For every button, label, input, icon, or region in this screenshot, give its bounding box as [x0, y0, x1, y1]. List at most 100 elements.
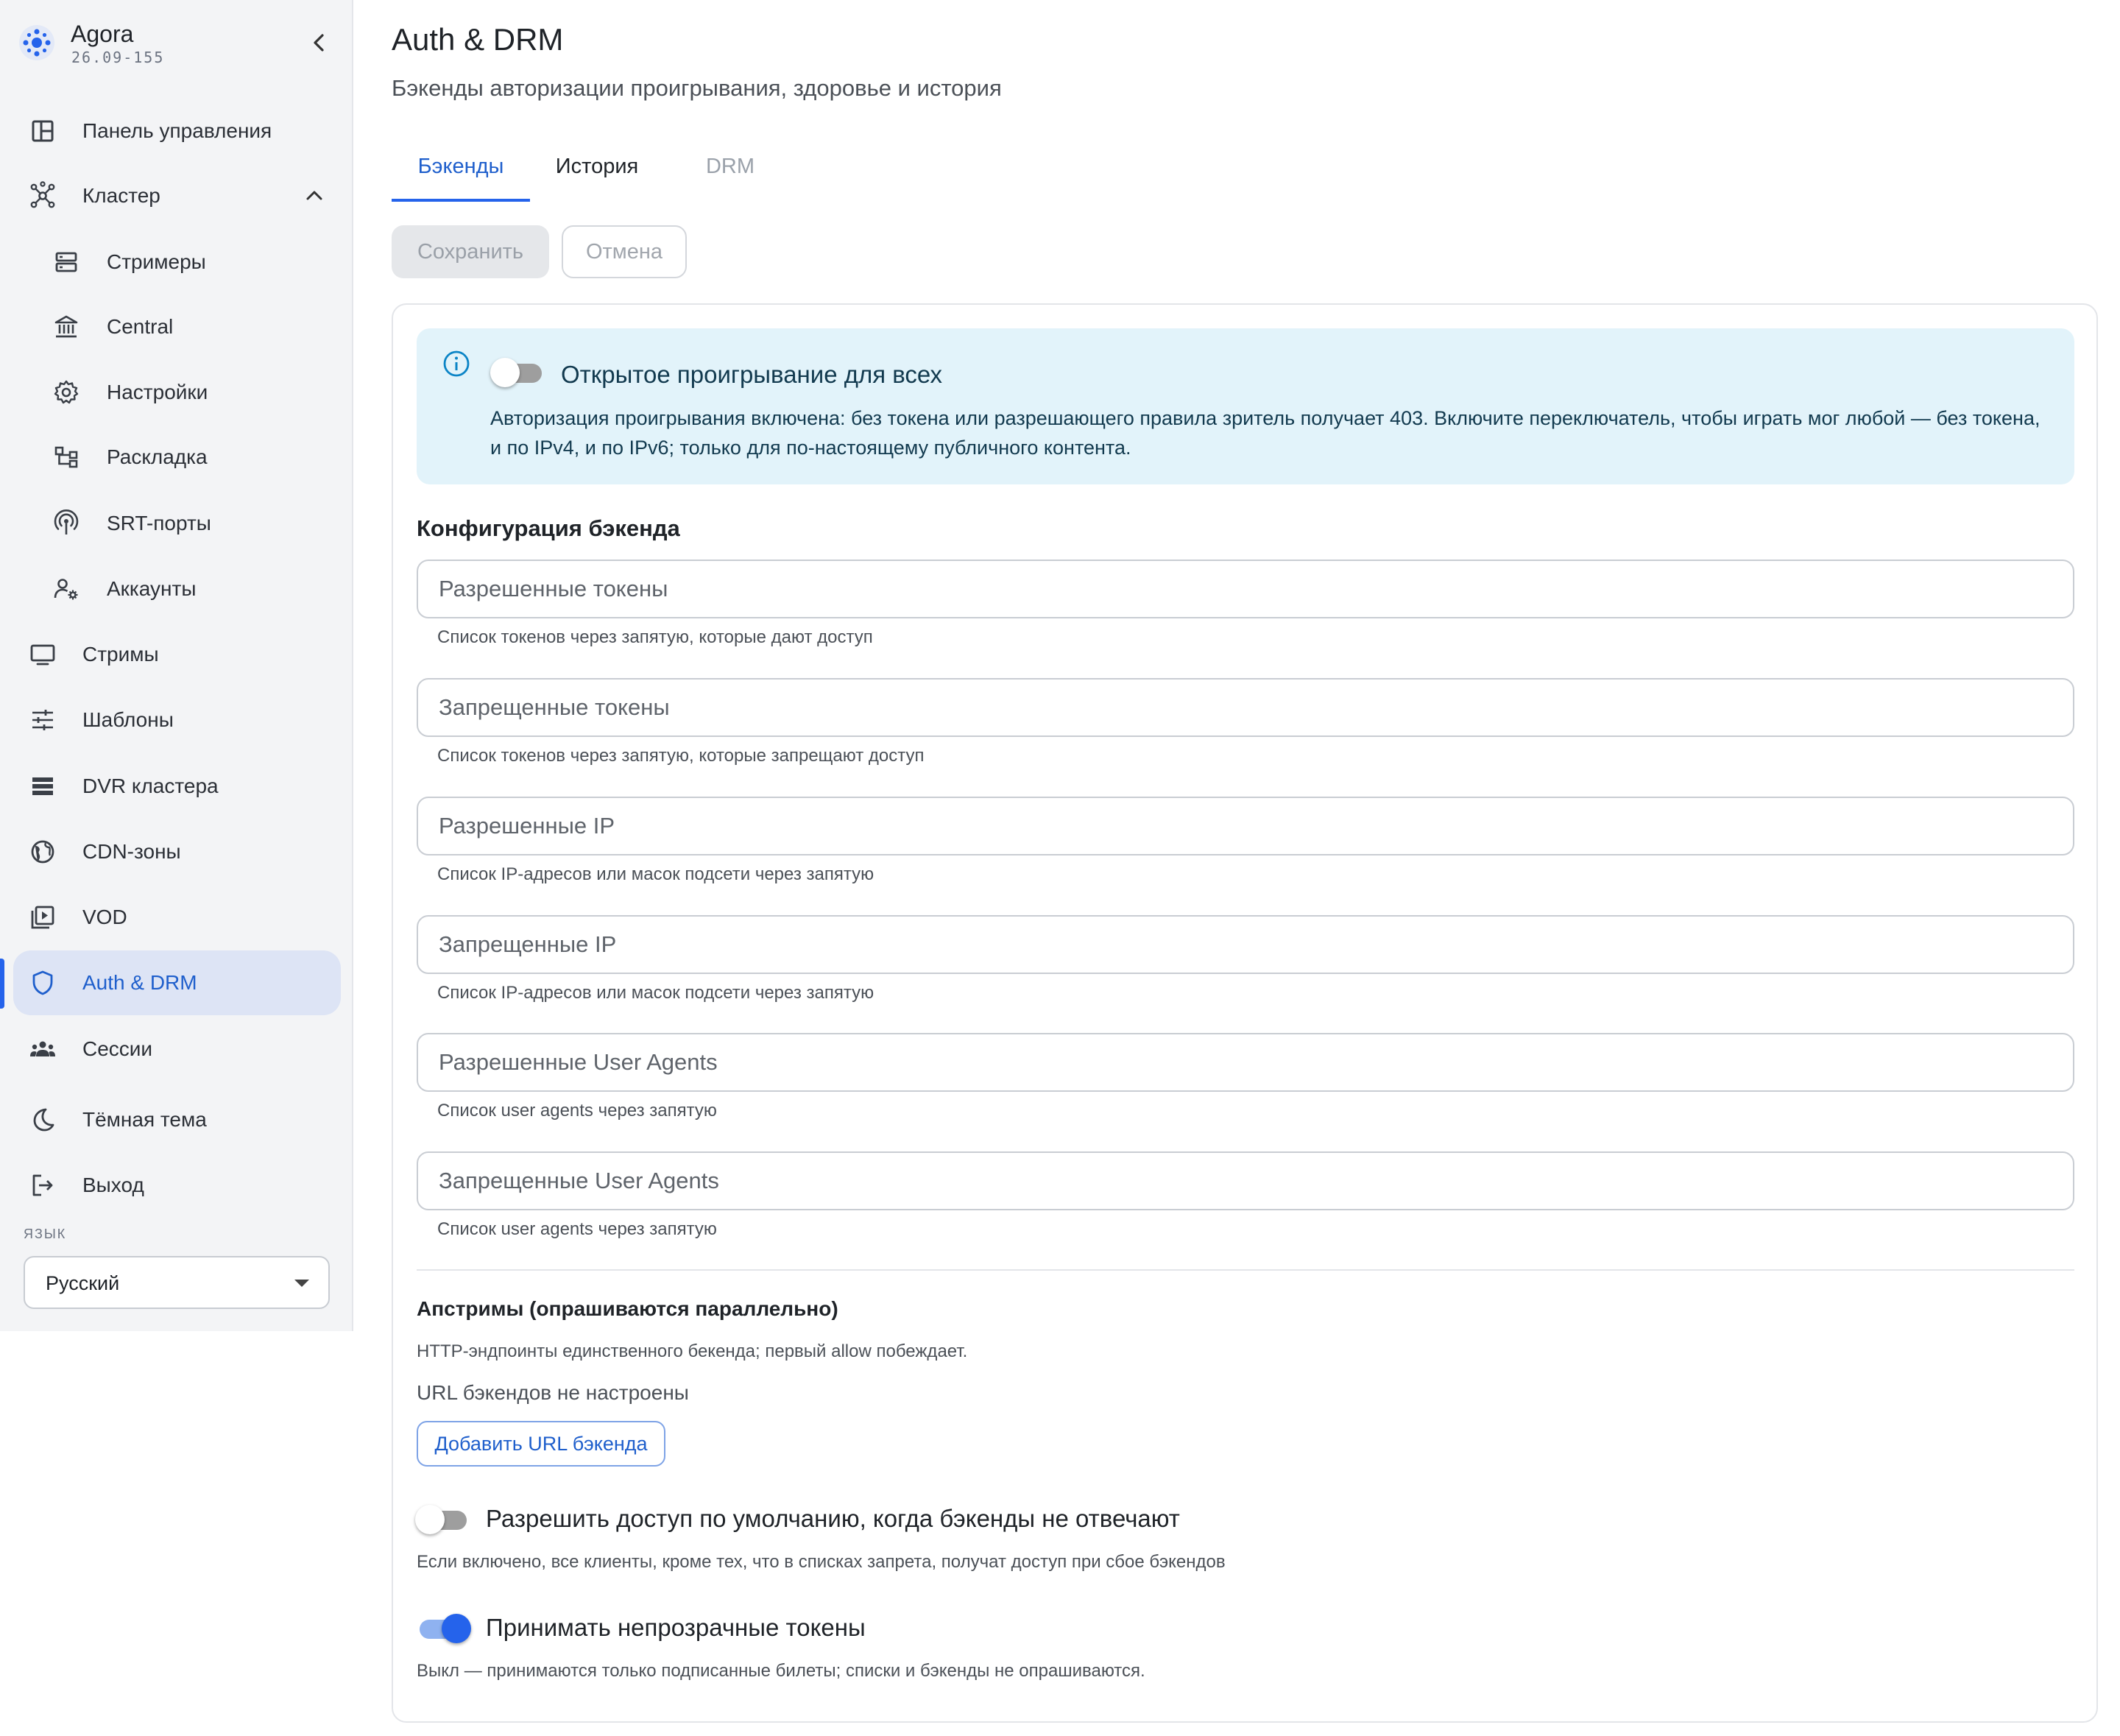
cluster-icon: [30, 181, 55, 208]
sidebar-item-central[interactable]: Central: [13, 294, 341, 359]
sidebar-item-label: VOD: [82, 906, 127, 928]
sidebar-item-label: Выход: [82, 1174, 144, 1196]
chevron-up-icon[interactable]: [301, 183, 328, 209]
cancel-button[interactable]: Отмена: [562, 225, 687, 278]
gear-icon: [54, 380, 79, 404]
language-select[interactable]: Русский: [24, 1256, 330, 1309]
denied-ip-helper: Список IP-адресов или масок подсети чере…: [437, 983, 875, 1003]
field-placeholder: Запрещенные токены: [439, 694, 670, 720]
sidebar-item-label: Тёмная тема: [82, 1108, 207, 1131]
allowed-user-agents-helper: Список user agents через запятую: [437, 1101, 717, 1121]
globe-icon: [31, 840, 54, 864]
upstreams-empty-text: URL бэкендов не настроены: [417, 1381, 689, 1404]
info-text: Авторизация проигрывания включена: без т…: [490, 407, 2041, 459]
sidebar-item-cdn-zones[interactable]: CDN-зоны: [13, 819, 341, 884]
open-playback-label: Открытое проигрывание для всех: [561, 361, 943, 388]
accounts-icon: [54, 579, 78, 600]
allowed-tokens-field[interactable]: Разрешенные токены: [417, 560, 2074, 618]
sidebar-item-label: Стримеры: [107, 250, 206, 273]
layout-tree-icon: [54, 446, 78, 468]
allowed-user-agents-field[interactable]: Разрешенные User Agents: [417, 1033, 2074, 1092]
agora-logo-icon: [19, 25, 54, 60]
broadcast-icon: [54, 509, 79, 534]
sidebar-item-label: Раскладка: [107, 445, 208, 468]
config-section-title: Конфигурация бэкенда: [417, 515, 680, 541]
denied-tokens-helper: Список токенов через запятую, которые за…: [437, 746, 925, 766]
info-banner: Открытое проигрывание для всех Авторизац…: [417, 328, 2074, 484]
sidebar-item-label: Стримы: [82, 643, 159, 666]
sidebar-item-label: Аккаунты: [107, 577, 197, 600]
opaque-tokens-toggle[interactable]: [415, 1614, 471, 1643]
tabs: Бэкенды История DRM: [392, 146, 833, 202]
default-allow-label: Разрешить доступ по умолчанию, когда бэк…: [486, 1505, 1180, 1532]
sidebar-item-label: DVR кластера: [82, 775, 219, 797]
sliders-icon: [32, 710, 53, 730]
save-button[interactable]: Сохранить: [392, 225, 549, 278]
sidebar-item-accounts[interactable]: Аккаунты: [13, 557, 341, 621]
tab-drm[interactable]: DRM: [664, 146, 796, 202]
opaque-tokens-help: Выкл — принимаются только подписанные би…: [417, 1661, 1145, 1681]
tab-history[interactable]: История: [530, 146, 664, 202]
sidebar-item-dashboard[interactable]: Панель управления: [13, 99, 341, 163]
sidebar-item-label: CDN-зоны: [82, 840, 181, 863]
sidebar-item-streamers[interactable]: Стримеры: [13, 230, 341, 294]
sidebar-item-label: Auth & DRM: [82, 971, 197, 994]
sidebar-item-label: Настройки: [107, 381, 208, 403]
field-placeholder: Разрешенные IP: [439, 813, 615, 839]
section-divider: [417, 1269, 2074, 1271]
collapse-sidebar-icon[interactable]: [305, 28, 334, 57]
sidebar-item-label: Сессии: [82, 1037, 153, 1060]
bank-icon: [54, 315, 78, 338]
sidebar-item-label: Панель управления: [82, 119, 272, 142]
logout-icon: [32, 1174, 53, 1196]
opaque-tokens-label: Принимать непрозрачные токены: [486, 1614, 866, 1641]
allowed-ip-field[interactable]: Разрешенные IP: [417, 797, 2074, 855]
users-icon: [30, 1041, 55, 1056]
sidebar-item-sessions[interactable]: Сессии: [13, 1017, 341, 1082]
brand: Agora 26.09-155: [18, 19, 334, 66]
field-placeholder: Запрещенные User Agents: [439, 1168, 719, 1193]
upstreams-title: Апстримы (опрашиваются параллельно): [417, 1297, 838, 1320]
sidebar-item-label: Кластер: [82, 184, 160, 207]
sidebar-item-cluster[interactable]: Кластер: [13, 163, 341, 228]
sidebar: Agora 26.09-155 Панель управления Класте…: [0, 0, 353, 1331]
default-allow-help: Если включено, все клиенты, кроме тех, ч…: [417, 1552, 1226, 1572]
denied-ip-field[interactable]: Запрещенные IP: [417, 915, 2074, 974]
sidebar-item-logout[interactable]: Выход: [13, 1153, 341, 1218]
toggle-knob: [490, 358, 520, 387]
sidebar-item-streams[interactable]: Стримы: [13, 622, 341, 687]
toggle-knob: [442, 1614, 471, 1643]
sidebar-item-dark-theme[interactable]: Тёмная тема: [13, 1087, 341, 1152]
allowed-tokens-helper: Список токенов через запятую, которые да…: [437, 627, 873, 647]
sidebar-item-label: Central: [107, 315, 174, 338]
storage-icon: [32, 777, 53, 795]
denied-user-agents-field[interactable]: Запрещенные User Agents: [417, 1151, 2074, 1210]
active-indicator: [0, 959, 4, 1009]
sidebar-item-auth-drm[interactable]: Auth & DRM: [13, 950, 341, 1015]
sidebar-item-layout[interactable]: Раскладка: [13, 425, 341, 490]
upstreams-description: HTTP-эндпоинты единственного бекенда; пе…: [417, 1341, 968, 1361]
default-allow-toggle[interactable]: [415, 1505, 471, 1534]
sidebar-item-label: Шаблоны: [82, 708, 174, 731]
open-playback-toggle[interactable]: [490, 358, 546, 387]
shield-icon: [32, 970, 53, 995]
add-backend-url-button[interactable]: Добавить URL бэкенда: [417, 1421, 665, 1467]
field-placeholder: Запрещенные IP: [439, 931, 617, 957]
page-title: Auth & DRM: [392, 22, 564, 57]
page-subtitle: Бэкенды авторизации проигрывания, здоров…: [392, 75, 1002, 101]
dashboard-icon: [32, 120, 54, 142]
sidebar-item-settings[interactable]: Настройки: [13, 360, 341, 425]
allowed-ip-helper: Список IP-адресов или масок подсети чере…: [437, 864, 875, 884]
sidebar-item-templates[interactable]: Шаблоны: [13, 688, 341, 752]
app-version: 26.09-155: [71, 49, 165, 66]
tab-backends[interactable]: Бэкенды: [392, 146, 530, 202]
denied-tokens-field[interactable]: Запрещенные токены: [417, 678, 2074, 737]
sidebar-item-cluster-dvr[interactable]: DVR кластера: [13, 754, 341, 819]
sidebar-item-srt-ports[interactable]: SRT-порты: [13, 491, 341, 556]
language-caption: ЯЗЫК: [24, 1227, 67, 1241]
app-name: Agora: [71, 21, 134, 47]
sidebar-item-vod[interactable]: VOD: [13, 885, 341, 950]
dropdown-caret-icon: [294, 1280, 309, 1287]
monitor-icon: [30, 644, 55, 666]
denied-user-agents-helper: Список user agents через запятую: [437, 1219, 717, 1239]
